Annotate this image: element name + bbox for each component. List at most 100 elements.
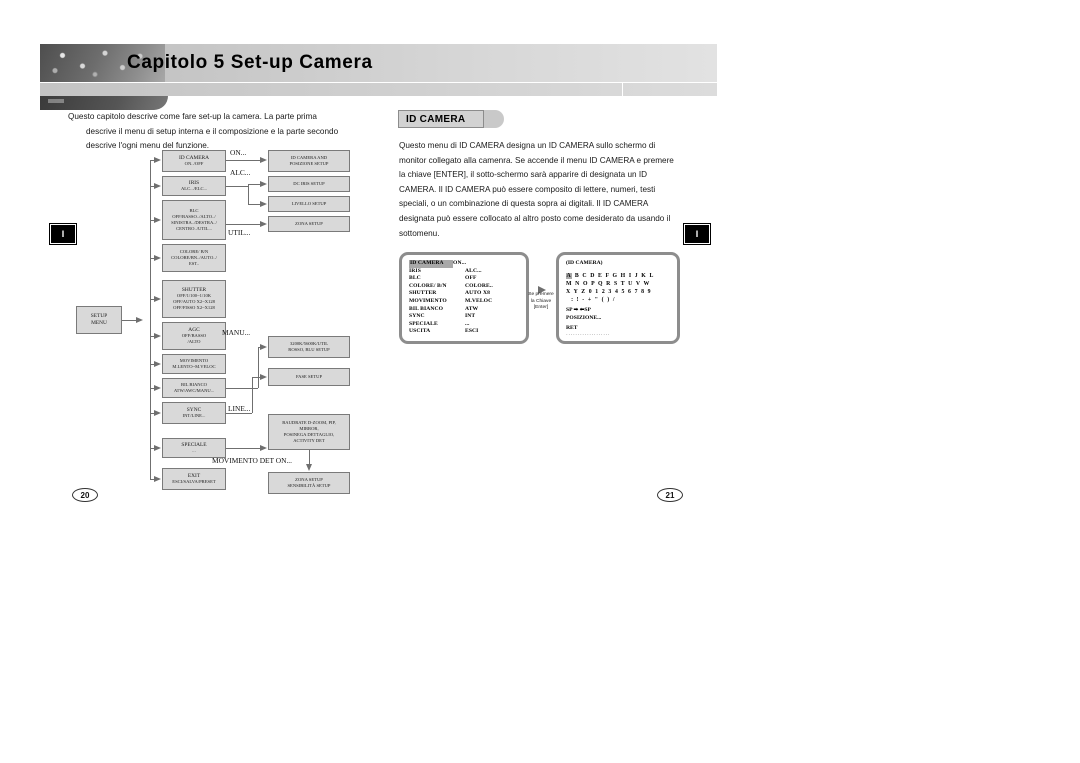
- diagram-box-bil-bianco-line-1: ATW/AWC/MANU...: [173, 388, 215, 393]
- osd-id-footer-ret[interactable]: RET: [566, 324, 672, 332]
- diagram-arrow-7: [154, 384, 161, 391]
- header-decoration-tail-icon: [40, 96, 168, 110]
- osd-row-shutter[interactable]: SHUTTER AUTO X8: [409, 290, 521, 298]
- osd-main-menu-rows: ID CAMERA ON... IRIS ALC... BLC OFF COLO…: [409, 260, 521, 336]
- osd-row-sync-key: SYNC: [409, 313, 425, 320]
- osd-row-id-camera-value: ON...: [453, 260, 467, 266]
- diagram-box-shutter: SHUTTER OFF/1/100~1/10K OFF/AUTO X2~X128…: [162, 280, 226, 318]
- osd-row-uscita-key: USCITA: [409, 328, 431, 335]
- right-body-line-1: Questo menu di ID CAMERA designa un ID C…: [399, 141, 656, 150]
- page-root: Capitolo 5 Set-up Camera Questo capitolo…: [0, 0, 1080, 763]
- osd-row-movimento-value: M.VELOC: [465, 297, 493, 304]
- right-body-line-4: CAMERA. Il ID CAMERA può essere composit…: [399, 184, 656, 194]
- osd-char-row-3[interactable]: X Y Z 0 1 2 3 4 5 6 7 8 9: [566, 288, 672, 296]
- diagram-label-on: ON...: [230, 148, 247, 157]
- osd-row-movimento-key: MOVIMENTO: [409, 297, 447, 304]
- diagram-label-util: UTIL...: [228, 228, 251, 237]
- diagram-box-exit-line-1: ESCI/SALVA/PRESET: [172, 479, 216, 485]
- diagram-arrow-5: [154, 332, 161, 339]
- diagram-arrow-9: [154, 444, 161, 451]
- osd-row-speciale-key: SPECIALE: [409, 320, 438, 327]
- osd-row-blc[interactable]: BLC OFF: [409, 275, 521, 283]
- diagram-arrow-util: [260, 220, 267, 227]
- osd-row-id-camera[interactable]: ID CAMERA ON...: [409, 260, 521, 268]
- diagram-subbox-manu-wb-line-2: ROSSO, BLU SETUP: [288, 347, 330, 352]
- osd-char-row-1[interactable]: A B C D E F G H I J K L: [566, 272, 672, 280]
- diagram-box-iris: IRIS ALC.../ELC...: [162, 176, 226, 196]
- diagram-connector-on: [226, 160, 261, 161]
- diagram-box-setup-menu: SETUP MENU: [76, 306, 122, 334]
- diagram-box-bil-bianco: BIL BIANCO ATW/AWC/MANU...: [162, 378, 226, 398]
- osd-row-movimento[interactable]: MOVIMENTO M.VELOC: [409, 298, 521, 306]
- header-banner-lower: [40, 82, 717, 97]
- osd-row-uscita-value: ESCI: [465, 328, 479, 335]
- diagram-box-blc-line-3: CENTRO../UTIL...: [176, 226, 212, 231]
- osd-link-caption: Se premere la Chiave [Enter]: [524, 292, 558, 312]
- diagram-trunk: [150, 160, 151, 340]
- osd-row-iris[interactable]: IRIS ALC...: [409, 268, 521, 276]
- diagram-connector-alc-h: [226, 186, 248, 187]
- osd-id-camera-screen: (ID CAMERA) A B C D E F G H I J K L M N …: [556, 252, 680, 344]
- diagram-arrow-livello: [260, 200, 267, 207]
- diagram-subbox-manu-wb: 3200K/5600K/UTIL ROSSO, BLU SETUP: [268, 336, 350, 358]
- osd-row-colore-bn-key: COLORE/ B/N: [409, 282, 447, 289]
- setup-menu-flow-diagram: SETUP MENU ID CAMERA ON../OFF IRIS ALC..…: [40, 146, 390, 496]
- diagram-arrow-4: [154, 295, 161, 302]
- diagram-subbox-zona-sens: ZONA SETUP SENSIBILITÀ SETUP: [268, 472, 350, 494]
- diagram-subbox-fase: FASE SETUP: [268, 368, 350, 386]
- diagram-subbox-zona-line-1: ZONA SETUP: [295, 221, 323, 226]
- osd-main-menu-screen: ID CAMERA ON... IRIS ALC... BLC OFF COLO…: [399, 252, 529, 344]
- right-page-marker: I: [684, 224, 710, 244]
- diagram-connector-manu-h: [226, 388, 258, 389]
- diagram-subbox-speciale-sub: BAUDRATE D-ZOOM, PIP, MIRROR, POSINEGA D…: [268, 414, 350, 450]
- diagram-arrow-speciale-sub: [260, 444, 267, 451]
- diagram-subbox-livello-line-1: LIVELLO SETUP: [291, 201, 327, 206]
- diagram-subbox-livello: LIVELLO SETUP: [268, 196, 350, 212]
- diagram-connector-line-h: [226, 413, 252, 414]
- right-body-line-5: speciali, o un combinazione di questa so…: [399, 199, 649, 209]
- osd-row-bil-bianco-value: ATW: [465, 305, 479, 312]
- diagram-box-speciale-line-1: ...: [192, 448, 196, 454]
- diagram-arrow-3: [154, 254, 161, 261]
- osd-char-row-2[interactable]: M N O P Q R S T U V W: [566, 280, 672, 288]
- diagram-arrow-0: [154, 156, 161, 163]
- osd-char-row-4[interactable]: : ! - + " ( ) /: [566, 296, 672, 304]
- osd-id-camera-title: (ID CAMERA): [566, 260, 603, 266]
- osd-row-sync[interactable]: SYNC INT: [409, 313, 521, 321]
- osd-row-blc-key: BLC: [409, 275, 421, 282]
- right-body-line-2: monitor collegato alla camenra. Se accen…: [399, 155, 674, 165]
- diagram-label-manu: MANU...: [222, 328, 251, 337]
- diagram-connector-line-v: [252, 377, 253, 413]
- osd-row-bil-bianco[interactable]: BIL BIANCO ATW: [409, 306, 521, 314]
- diagram-box-id-camera-title: ID CAMERA: [178, 154, 210, 161]
- osd-id-footer-posizione[interactable]: POSIZIONE...: [566, 314, 672, 322]
- osd-row-bil-bianco-key: BIL BIANCO: [409, 305, 444, 312]
- right-body-line-7: sottomenu.: [399, 228, 440, 238]
- diagram-box-colore-bn: COLORE/ B/N COLORE/BN../AUTO../ EST..: [162, 244, 226, 272]
- diagram-box-blc: BLC OFF/BASSO../ALTO../ SINISTRA../DESTR…: [162, 200, 226, 240]
- diagram-subbox-fase-line-1: FASE SETUP: [295, 374, 323, 379]
- osd-row-speciale[interactable]: SPECIALE ...: [409, 321, 521, 329]
- diagram-connector-speciale-sub: [226, 448, 261, 449]
- osd-id-footer-sp[interactable]: SP ➡ ⬅SP: [566, 306, 672, 314]
- right-body-line-6: designata può essere collocato al altro …: [399, 213, 671, 223]
- osd-row-shutter-key: SHUTTER: [409, 290, 437, 297]
- osd-row-colore-bn[interactable]: COLORE/ B/N COLORE..: [409, 283, 521, 291]
- diagram-subbox-zona: ZONA SETUP: [268, 216, 350, 232]
- osd-char-row-1-rest: B C D E F G H I J K L: [572, 273, 655, 279]
- left-intro-line-2: descrive il menu di setup interna e il c…: [86, 126, 339, 136]
- diagram-box-exit-title: EXIT: [187, 472, 201, 479]
- osd-link-caption-line-1: Se premere: [528, 292, 554, 297]
- diagram-box-shutter-title: SHUTTER: [181, 286, 207, 293]
- diagram-box-iris-line-1: ALC.../ELC...: [180, 186, 208, 192]
- diagram-box-id-camera-line-1: ON../OFF: [184, 161, 204, 167]
- diagram-box-speciale-title: SPECIALE: [181, 441, 207, 448]
- diagram-box-agc-title: AGC: [188, 326, 200, 333]
- diagram-box-setup-menu-line-1: SETUP: [90, 313, 108, 320]
- diagram-box-sync-line-1: INT/LINE...: [182, 413, 206, 419]
- diagram-arrow-8: [154, 409, 161, 416]
- diagram-connector-movdet-v: [309, 450, 310, 465]
- diagram-arrow-manu: [260, 343, 267, 350]
- osd-row-id-camera-key: ID CAMERA: [409, 260, 453, 268]
- osd-row-uscita[interactable]: USCITA ESCI: [409, 328, 521, 336]
